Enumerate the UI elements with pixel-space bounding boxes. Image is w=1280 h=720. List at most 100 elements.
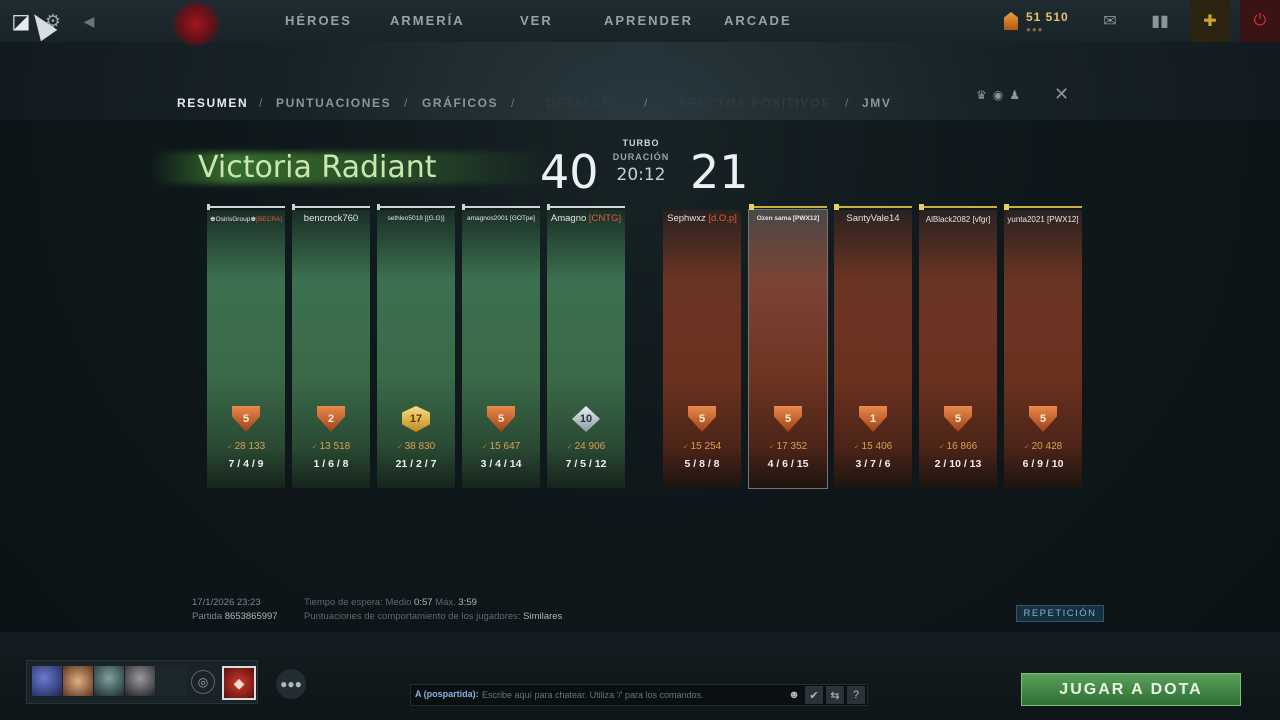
dire-player-1[interactable]: Sephwxz [d.O.p] 5 15 254 5 / 8 / 8	[663, 206, 741, 488]
net-worth: 15 647	[462, 441, 540, 452]
kda: 5 / 8 / 8	[684, 458, 720, 470]
game-mode: TURBO	[622, 138, 660, 148]
kda: 7 / 4 / 9	[228, 458, 264, 470]
radiant-player-4[interactable]: amagnos2001 [GOTpe] 5 15 647 3 / 4 / 14	[462, 204, 540, 488]
duration-value: 20:12	[616, 165, 666, 185]
party-hero-avatar[interactable]	[63, 666, 93, 696]
kda: 3 / 4 / 14	[480, 458, 522, 470]
kda: 3 / 7 / 6	[855, 458, 891, 470]
net-worth: 13 518	[292, 441, 370, 452]
dota-plus-icon[interactable]: ✚	[1190, 0, 1230, 42]
net-worth: 24 906	[547, 441, 625, 452]
net-worth: 28 133	[207, 441, 285, 452]
tab-separator: /	[259, 96, 264, 110]
player-level-bar	[1004, 204, 1082, 210]
tab-mvp[interactable]: JMV	[862, 96, 891, 110]
play-dota-button[interactable]: JUGAR A DOTA	[1021, 673, 1241, 706]
player-level-bar	[547, 204, 625, 210]
friends-icon[interactable]: ●●●	[276, 669, 306, 699]
main-nav: HÉROES ARMERÍA VER APRENDER ARCADE	[0, 13, 1280, 33]
nav-heroes[interactable]: HÉROES	[285, 13, 352, 28]
tab-scores[interactable]: PUNTUACIONES	[276, 96, 391, 110]
tab-separator: /	[511, 96, 516, 110]
power-icon[interactable]: ⏻	[1240, 0, 1280, 42]
party-hero-avatar[interactable]	[125, 666, 155, 696]
radiant-player-1[interactable]: ♚OsirisGroup♚[BECRA] 5 28 133 7 / 4 / 9	[207, 204, 285, 488]
check-icon[interactable]: ✔	[805, 686, 823, 704]
player-name: sethleo5018 [(G.G)]	[387, 215, 445, 222]
nav-learn[interactable]: APRENDER	[604, 13, 693, 28]
tab-separator: /	[644, 96, 649, 110]
nav-watch[interactable]: VER	[520, 13, 553, 28]
emoticon-icon[interactable]: ☻	[785, 686, 803, 704]
tab-separator: /	[845, 96, 850, 110]
kda: 7 / 5 / 12	[565, 458, 607, 470]
queue-time: Tiempo de espera: Medio 0:57 Máx. 3:59	[304, 597, 477, 608]
tab-details[interactable]: DETALLES	[546, 96, 621, 110]
dire-player-5[interactable]: yunta2021 [PWX12] 5 20 428 6 / 9 / 10	[1004, 204, 1082, 488]
party-hero-avatar[interactable]	[32, 666, 62, 696]
tab-separator: /	[404, 96, 409, 110]
player-name: Sephwxz [d.O.p]	[667, 213, 737, 224]
dire-score: 21	[690, 145, 749, 199]
player-level-bar	[749, 204, 827, 210]
chat-input[interactable]	[482, 686, 782, 704]
match-details-tabs: RESUMEN / PUNTUACIONES / GRÁFICOS / DETA…	[0, 96, 1280, 114]
nav-armory[interactable]: ARMERÍA	[390, 13, 465, 28]
net-worth: 17 352	[749, 441, 827, 452]
voice-chat-icon[interactable]: ◎	[191, 670, 215, 694]
player-name: amagnos2001 [GOTpe]	[467, 215, 535, 222]
net-worth: 15 406	[834, 441, 912, 452]
tab-buffs[interactable]: EFECTOS POSITIVOS	[679, 96, 831, 110]
tab-graphs[interactable]: GRÁFICOS	[422, 96, 498, 110]
radiant-player-5[interactable]: Amagno [CNTG] 10 24 906 7 / 5 / 12	[547, 204, 625, 488]
help-icon[interactable]: ?	[847, 686, 865, 704]
match-result: Victoria Radiant	[198, 150, 437, 185]
party-hero-avatar[interactable]	[156, 666, 186, 696]
shards-balance[interactable]: 51 510 ●●●	[1004, 10, 1084, 34]
dire-player-4[interactable]: AlBlack2082 [vfgr] 5 16 866 2 / 10 / 13	[919, 204, 997, 488]
match-id[interactable]: Partida 8653865997	[192, 611, 278, 622]
player-name: Amagno [CNTG]	[550, 213, 622, 224]
kda: 21 / 2 / 7	[395, 458, 437, 470]
dire-player-2[interactable]: Ozen sama [PWX12] 5 17 352 4 / 6 / 15	[748, 204, 828, 489]
player-name: AlBlack2082 [vfgr]	[925, 215, 991, 224]
player-name: bencrock760	[303, 213, 359, 224]
net-worth: 20 428	[1004, 441, 1082, 452]
player-level-bar	[834, 204, 912, 210]
party-hero-avatar[interactable]	[94, 666, 124, 696]
profile-stats-icon[interactable]: ▮▮	[1140, 0, 1180, 42]
player-name: Ozen sama [PWX12]	[756, 215, 820, 222]
net-worth: 16 866	[919, 441, 997, 452]
replay-button[interactable]: REPETICIÓN	[1016, 605, 1104, 622]
player-level-bar	[207, 204, 285, 210]
match-date: 17/1/2026 23:23	[192, 597, 261, 608]
kda: 4 / 6 / 15	[767, 458, 809, 470]
dire-player-3[interactable]: SantyVale14 1 15 406 3 / 7 / 6	[834, 204, 912, 488]
net-worth: 38 830	[377, 441, 455, 452]
player-level-bar	[292, 204, 370, 210]
player-name: yunta2021 [PWX12]	[1007, 215, 1079, 224]
kda: 2 / 10 / 13	[934, 458, 982, 470]
chat-wheel-icon[interactable]: ⇆	[826, 686, 844, 704]
tab-summary[interactable]: RESUMEN	[177, 96, 248, 110]
mail-icon[interactable]: ✉	[1090, 0, 1130, 42]
radiant-player-2[interactable]: bencrock760 2 13 518 1 / 6 / 8	[292, 204, 370, 488]
close-icon[interactable]: ✕	[1054, 84, 1069, 105]
player-level-bar	[377, 204, 455, 210]
radiant-score: 40	[540, 145, 599, 199]
nav-arcade[interactable]: ARCADE	[724, 13, 792, 28]
match-summary-panel	[0, 120, 1280, 632]
chat-channel[interactable]: A (pospartida):	[415, 689, 479, 699]
player-name: ♚OsirisGroup♚[BECRA]	[209, 216, 283, 223]
duration-label: DURACIÓN	[612, 152, 670, 162]
radiant-player-3[interactable]: sethleo5018 [(G.G)] 17 38 830 21 / 2 / 7	[377, 204, 455, 488]
kda: 1 / 6 / 8	[313, 458, 349, 470]
kda: 6 / 9 / 10	[1022, 458, 1064, 470]
player-level-bar	[462, 204, 540, 210]
player-name: SantyVale14	[846, 213, 900, 224]
shard-value: 51 510	[1026, 10, 1069, 24]
match-action-icons[interactable]: ♛◉♟	[976, 88, 1026, 102]
my-hero-avatar[interactable]: ◆	[222, 666, 256, 700]
behavior-scores: Puntuaciones de comportamiento de los ju…	[304, 611, 563, 622]
